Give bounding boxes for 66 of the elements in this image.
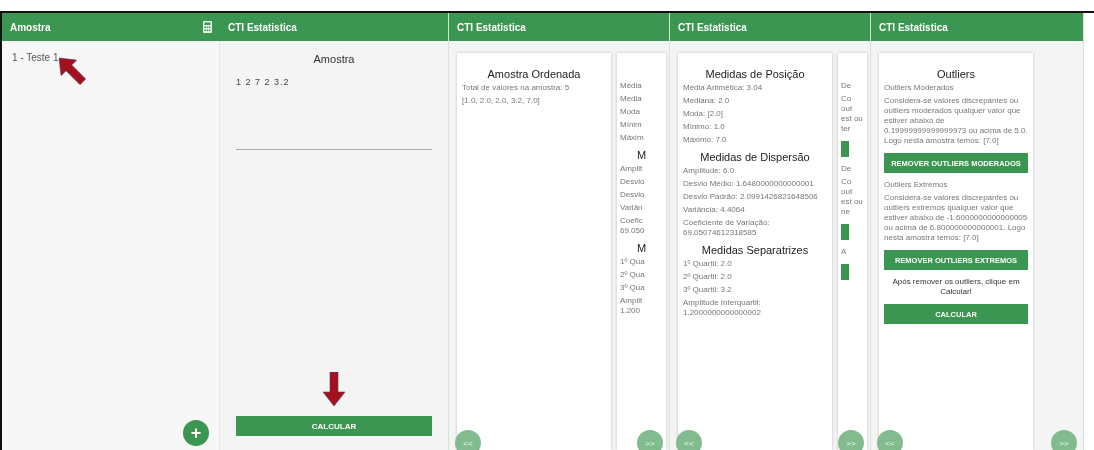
- card-heading: Medidas de Posição: [704, 68, 806, 80]
- card-text: Mínimo: 1.0: [683, 122, 726, 132]
- card-text: Desvio Médio: 1.6480000000000001: [683, 179, 815, 189]
- button-edge: [841, 264, 849, 280]
- card-heading: M: [635, 149, 648, 161]
- app-bar-title: CTI Estatistica: [879, 21, 948, 33]
- previous-button[interactable]: <<: [676, 430, 702, 450]
- card-text: Desvio: [620, 177, 646, 187]
- card-text: Amplitude: 6.0: [683, 166, 736, 176]
- button-edge: [841, 141, 849, 157]
- button-edge: [841, 224, 849, 240]
- card-heading: Outliers: [936, 68, 976, 80]
- card-text: 1º Qua: [620, 257, 646, 267]
- card-heading: Amostra Ordenada: [486, 68, 582, 80]
- app-bar-title: Amostra: [10, 21, 51, 33]
- card-text: Coefic 69.050: [620, 216, 646, 236]
- pointer-arrow: [323, 372, 345, 406]
- sample-input-field[interactable]: 1 2 7 2 3.2: [236, 77, 432, 150]
- card-text: Moda: [2.0]: [683, 109, 725, 119]
- card-text: Média: [620, 81, 643, 91]
- card-text: Desvio Padrão: 2.0991426821648506: [683, 192, 819, 202]
- card-heading: M: [635, 242, 648, 254]
- card-text: Co out est ou ter: [841, 94, 864, 134]
- card-text: Total de valores na amostra: 5: [462, 83, 571, 93]
- card-text: 2º Qua: [620, 270, 646, 280]
- card-text: Média Aritmética: 3.04: [683, 83, 764, 93]
- card-text: A: [841, 247, 848, 257]
- card-text: Máxim: [620, 133, 645, 143]
- sample-list-item[interactable]: 1 - Teste 1: [10, 51, 61, 64]
- card-text: 3º Quartil: 3.2: [683, 285, 733, 295]
- card-text: Moda: [620, 107, 641, 117]
- app-bar-title: CTI Estatistica: [678, 21, 747, 33]
- card-text: Desvio: [620, 190, 646, 200]
- card-note: Após remover os outliers, clique em Calcular!: [891, 277, 1021, 297]
- card-text: 3º Qua: [620, 283, 646, 293]
- card-text: [1.0, 2.0, 2.0, 3.2, 7.0]: [462, 96, 541, 106]
- screen-title: Amostra: [313, 53, 355, 65]
- card-text: Máximo: 7.0: [683, 135, 728, 145]
- add-button[interactable]: +: [183, 420, 209, 446]
- card-text: Amplit 1.200: [620, 296, 644, 316]
- card-text: De: [841, 81, 853, 91]
- calculator-icon[interactable]: [203, 21, 212, 33]
- card-text: Outliers Moderados: [884, 83, 955, 93]
- calculate-button[interactable]: CALCULAR: [236, 416, 432, 436]
- card-text: De: [841, 164, 853, 174]
- card-text: Considera-se valores discrepantes ou outliers moderados qualquer valor que estiver abaixo de 0.19999999999999973 ou acima de 5.0. Logo nesta amostra temos: [7.0]: [884, 96, 1028, 146]
- card-text: Media: [620, 94, 643, 104]
- previous-button[interactable]: <<: [877, 430, 903, 450]
- card-text: 1º Quartil: 2.0: [683, 259, 733, 269]
- card-text: Amplitude Interquartil: 1.2000000000000002: [683, 298, 762, 318]
- card-heading: Medidas de Dispersão: [699, 151, 811, 163]
- card-text: Variância: 4.4064: [683, 205, 746, 215]
- previous-button[interactable]: <<: [455, 430, 481, 450]
- card-heading: Medidas Separatrizes: [700, 244, 810, 256]
- card-text: Mediana: 2.0: [683, 96, 731, 106]
- next-button[interactable]: >>: [1051, 430, 1077, 450]
- app-bar-title: CTI Estatistica: [227, 21, 297, 33]
- card-text: 2º Quartil: 2.0: [683, 272, 733, 282]
- app-bar-title: CTI Estatistica: [457, 21, 526, 33]
- card-text: Variân: [620, 203, 644, 213]
- card-text: Outliers Extremos: [884, 180, 949, 190]
- card-text: Considera-se valores discrepantes ou outliers extremos qualquer valor que estiver abaixo de -1.6000000000000005 ou acima de 6.800000000000001. Logo nesta amostra temos: [7.0]: [884, 193, 1028, 243]
- card-text: Coeficiente de Variação: 69.05074612318585: [683, 218, 771, 238]
- card-text: Co out est ou ne: [841, 177, 864, 217]
- card-text: Amplit: [620, 164, 644, 174]
- card-text: Mínim: [620, 120, 643, 130]
